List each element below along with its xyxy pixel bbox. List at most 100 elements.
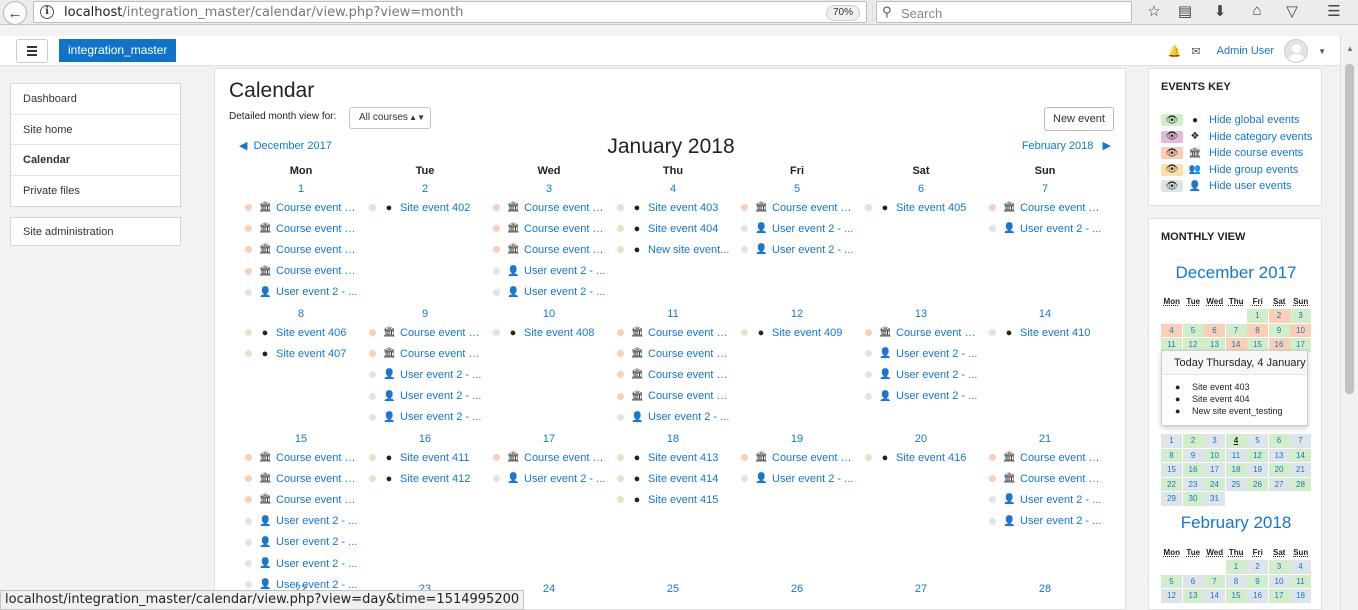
- mini-day-link[interactable]: 20: [1268, 463, 1290, 477]
- event-link[interactable]: User event 2 - ...: [400, 369, 482, 381]
- calendar-event[interactable]: 🏛 Course event 1...: [487, 447, 611, 468]
- mini-day-link[interactable]: 30: [1182, 492, 1204, 506]
- calendar-event[interactable]: 🏛 Course event 1...: [983, 447, 1107, 468]
- calendar-day-cell[interactable]: 19 🏛 Course event 1... 👤 User event 2 - ...: [735, 431, 859, 581]
- scroll-up-icon[interactable]: ▲: [1346, 44, 1354, 53]
- event-link[interactable]: Site event 406: [276, 327, 358, 339]
- mini-day-link[interactable]: 5: [1161, 574, 1182, 589]
- day-number-link[interactable]: 5: [735, 181, 859, 197]
- event-link[interactable]: Course event 1...: [524, 452, 606, 464]
- calendar-event[interactable]: 👤 User event 2 - ...: [859, 364, 983, 385]
- event-link[interactable]: User event 2 - ...: [896, 390, 978, 402]
- mini-day-link[interactable]: 17: [1204, 463, 1225, 477]
- eye-icon[interactable]: 👁: [1161, 180, 1183, 192]
- event-link[interactable]: User event 2 - ...: [524, 265, 606, 277]
- calendar-event[interactable]: ● Site event 415: [611, 489, 735, 510]
- mini-day-link[interactable]: 6: [1268, 434, 1290, 448]
- hide-events-link[interactable]: Hide category events: [1209, 131, 1312, 143]
- event-link[interactable]: Site event 409: [772, 327, 854, 339]
- calendar-event[interactable]: 🏛 Course event 1...: [735, 447, 859, 468]
- mini-day-link[interactable]: 14: [1204, 589, 1225, 603]
- eye-icon[interactable]: 👁: [1161, 163, 1183, 176]
- calendar-event[interactable]: ● Site event 404: [611, 218, 735, 239]
- calendar-event[interactable]: ● Site event 411: [363, 447, 487, 468]
- mini-month-title-link[interactable]: February 2018: [1149, 513, 1321, 533]
- messages-icon[interactable]: ✉: [1191, 45, 1200, 58]
- event-link[interactable]: Site event 410: [1020, 327, 1102, 339]
- mini-day-link[interactable]: 4: [1161, 323, 1182, 338]
- calendar-event[interactable]: 🏛 Course event 1...: [239, 468, 363, 489]
- mini-day-link[interactable]: 13: [1182, 589, 1204, 603]
- event-link[interactable]: Course event 1...: [772, 452, 854, 464]
- mini-day-link[interactable]: 31: [1204, 492, 1225, 506]
- calendar-day-cell[interactable]: 11 🏛 Course event 1... 🏛 Course event 1... 🏛 C…: [611, 306, 735, 431]
- bell-icon[interactable]: 🔔: [1168, 45, 1182, 58]
- calendar-event[interactable]: ● Site event 416: [859, 447, 983, 468]
- back-arrow-icon[interactable]: ←: [3, 1, 27, 25]
- day-number-link[interactable]: 19: [735, 431, 859, 447]
- day-number-link[interactable]: 7: [983, 181, 1107, 197]
- eye-icon[interactable]: 👁: [1161, 130, 1183, 143]
- nav-item-private-files[interactable]: Private files: [11, 176, 180, 207]
- day-number-link[interactable]: 26: [735, 581, 859, 597]
- hide-events-link[interactable]: Hide group events: [1209, 164, 1298, 176]
- mini-day-link[interactable]: 15: [1161, 463, 1182, 477]
- eye-icon[interactable]: 👁: [1161, 147, 1183, 159]
- mini-day-link[interactable]: 12: [1247, 448, 1268, 463]
- mini-day-link[interactable]: 14: [1290, 448, 1311, 463]
- browser-search-input[interactable]: ⚲ Search: [876, 1, 1132, 23]
- day-number-link[interactable]: 20: [859, 431, 983, 447]
- calendar-event[interactable]: 👤 User event 2 - ...: [735, 239, 859, 260]
- event-link[interactable]: New site event...: [648, 244, 730, 256]
- mini-day-link[interactable]: 3: [1204, 434, 1225, 448]
- popover-event[interactable]: ● Site event 404: [1175, 393, 1307, 405]
- event-link[interactable]: Course event 1...: [276, 494, 358, 506]
- user-menu-name[interactable]: Admin User: [1217, 45, 1274, 57]
- mini-day-link[interactable]: 8: [1225, 574, 1247, 589]
- calendar-event[interactable]: 🏛 Course event 1...: [239, 489, 363, 510]
- calendar-day-cell[interactable]: 7 🏛 Course event 1... 👤 User event 2 - ...: [983, 181, 1107, 306]
- calendar-day-cell[interactable]: 6 ● Site event 405: [859, 181, 983, 306]
- calendar-event[interactable]: 👤 User event 2 - ...: [487, 261, 611, 282]
- nav-item-dashboard[interactable]: Dashboard: [11, 84, 180, 115]
- calendar-day-cell[interactable]: 10 ● Site event 408: [487, 306, 611, 431]
- course-filter-select[interactable]: All courses ▲▼: [349, 107, 431, 129]
- event-link[interactable]: Course event 1...: [648, 327, 730, 339]
- day-number-link[interactable]: 28: [983, 581, 1107, 597]
- calendar-event[interactable]: 🏛 Course event 1...: [487, 218, 611, 239]
- nav-drawer-toggle-icon[interactable]: [16, 39, 48, 63]
- event-link[interactable]: Course event 1...: [276, 223, 358, 235]
- calendar-event[interactable]: 👤 User event 2 - ...: [983, 218, 1107, 239]
- day-number-link[interactable]: 4: [611, 181, 735, 197]
- day-number-link[interactable]: 27: [859, 581, 983, 597]
- mini-day-link[interactable]: 11: [1290, 574, 1311, 589]
- calendar-event[interactable]: 🏛 Course event 1...: [859, 322, 983, 343]
- mini-day-link[interactable]: 5: [1182, 323, 1204, 338]
- calendar-day-cell[interactable]: 14 ● Site event 410: [983, 306, 1107, 431]
- calendar-event[interactable]: 🏛 Course event 1...: [363, 322, 487, 343]
- calendar-event[interactable]: 👤 User event 2 - ...: [735, 468, 859, 489]
- event-link[interactable]: Site event 408: [524, 327, 606, 339]
- day-number-link[interactable]: 14: [983, 306, 1107, 322]
- calendar-day-cell[interactable]: 9 🏛 Course event 1... 🏛 Course event 1... 👤 Us…: [363, 306, 487, 431]
- nav-item-site-home[interactable]: Site home: [11, 115, 180, 145]
- calendar-event[interactable]: 👤 User event 2 - ...: [239, 282, 363, 303]
- calendar-event[interactable]: 👤 User event 2 - ...: [363, 407, 487, 428]
- calendar-event[interactable]: ● Site event 408: [487, 322, 611, 343]
- mini-day-link[interactable]: 6: [1204, 323, 1225, 338]
- hide-events-link[interactable]: Hide user events: [1209, 180, 1292, 192]
- address-bar[interactable]: i localhost/integration_master/calendar/…: [33, 1, 889, 23]
- event-link[interactable]: Course event 1...: [276, 202, 358, 214]
- mini-day-link[interactable]: 1: [1225, 560, 1247, 574]
- day-number-link[interactable]: 25: [611, 581, 735, 597]
- event-link[interactable]: Site event 415: [648, 494, 730, 506]
- mini-day-link[interactable]: 29: [1161, 492, 1182, 506]
- calendar-event[interactable]: ● Site event 410: [983, 322, 1107, 343]
- mini-day-link[interactable]: 7: [1204, 574, 1225, 589]
- event-link[interactable]: Site event 402: [400, 202, 482, 214]
- mini-day-link[interactable]: 3: [1290, 309, 1311, 323]
- home-icon[interactable]: ⌂: [1247, 2, 1267, 22]
- day-number-link[interactable]: 18: [611, 431, 735, 447]
- event-link[interactable]: Course event 1...: [772, 202, 854, 214]
- mini-day-link[interactable]: 17: [1268, 589, 1290, 603]
